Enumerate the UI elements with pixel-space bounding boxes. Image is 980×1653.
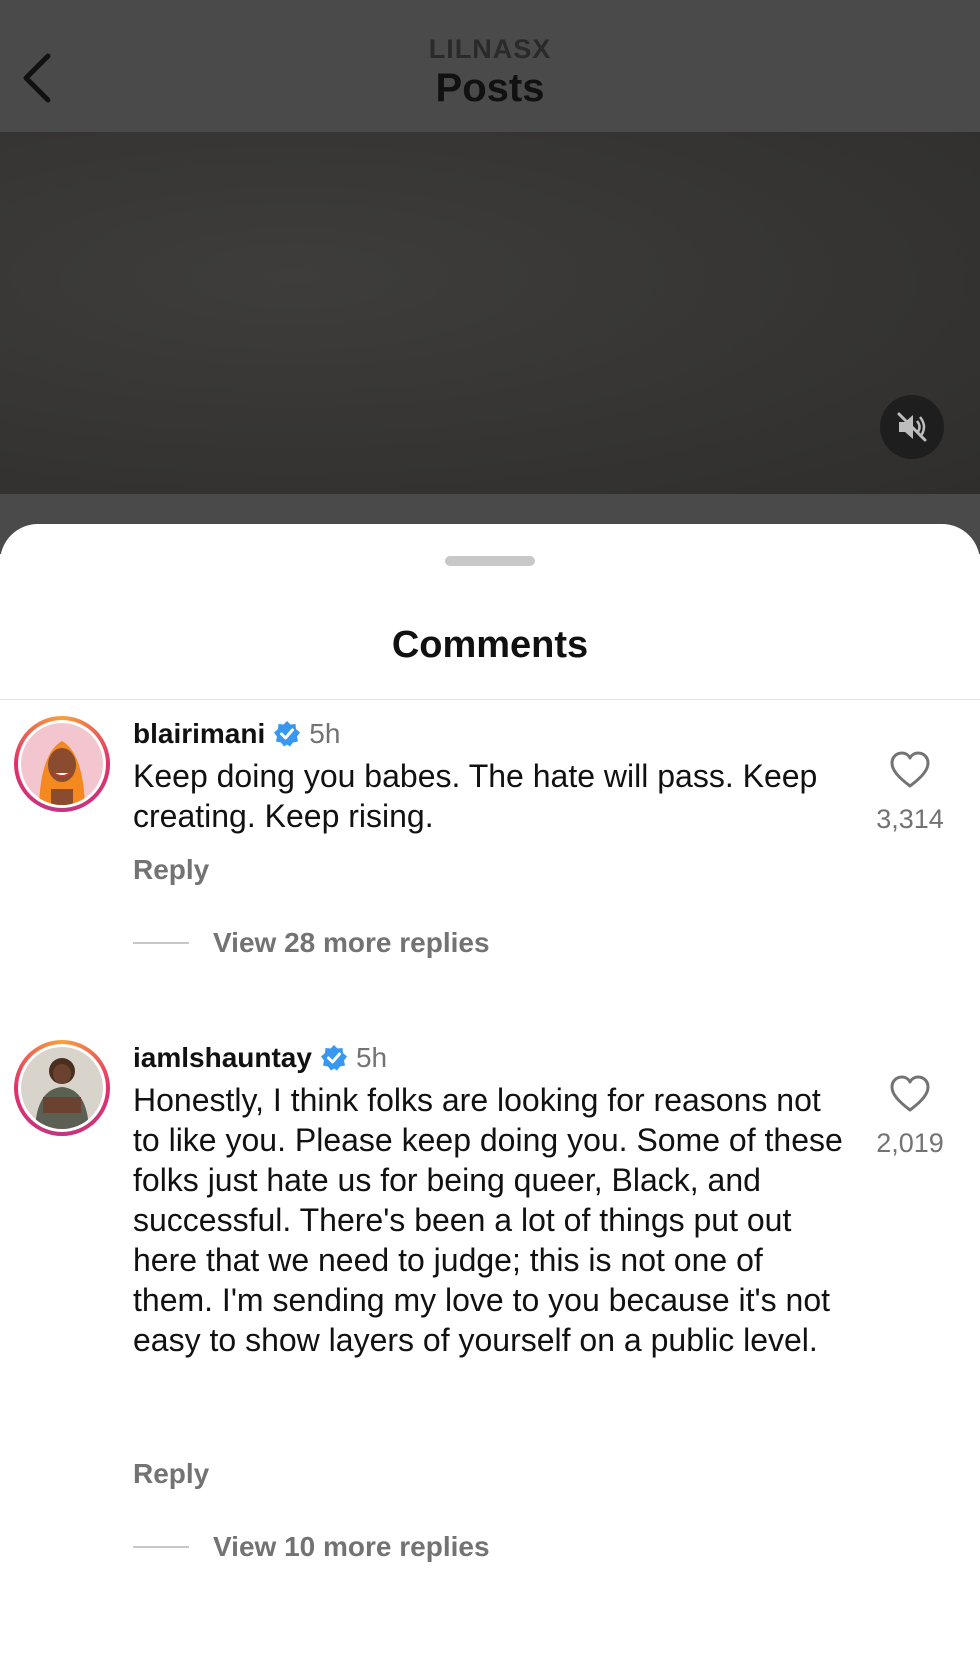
mute-button[interactable] bbox=[880, 395, 944, 459]
verified-badge-icon bbox=[274, 721, 301, 747]
divider bbox=[133, 1546, 189, 1548]
comments-sheet: Comments blairimani 5h Keep doing you ba… bbox=[0, 524, 980, 1653]
like-count: 2,019 bbox=[876, 1128, 944, 1158]
avatar-photo bbox=[21, 1047, 103, 1129]
avatar[interactable] bbox=[14, 716, 110, 812]
username[interactable]: blairimani bbox=[133, 718, 265, 750]
reply-button[interactable]: Reply bbox=[133, 1458, 209, 1490]
comment-time: 5h bbox=[355, 1042, 388, 1073]
sheet-drag-handle[interactable] bbox=[445, 556, 535, 566]
sheet-title: Comments bbox=[391, 624, 589, 666]
avatar-photo bbox=[21, 723, 103, 805]
view-replies-button[interactable]: View 10 more replies bbox=[133, 1531, 490, 1563]
comment-text: Honestly, I think folks are looking for … bbox=[133, 1082, 843, 1358]
heart-outline-icon[interactable] bbox=[888, 748, 932, 792]
speaker-muted-icon bbox=[897, 412, 927, 442]
account-name: LILNASX bbox=[428, 34, 552, 64]
divider bbox=[0, 699, 980, 700]
username[interactable]: iamlshauntay bbox=[133, 1042, 312, 1074]
top-bar: LILNASX Posts bbox=[0, 0, 980, 132]
view-replies-button[interactable]: View 28 more replies bbox=[133, 927, 490, 959]
post-media bbox=[0, 132, 980, 494]
view-replies-label: View 28 more replies bbox=[213, 927, 490, 958]
divider bbox=[133, 942, 189, 944]
page-title: Posts bbox=[435, 66, 545, 110]
avatar[interactable] bbox=[14, 1040, 110, 1136]
reply-button[interactable]: Reply bbox=[133, 854, 209, 886]
comment-time: 5h bbox=[309, 718, 341, 749]
like-count: 3,314 bbox=[876, 804, 944, 834]
view-replies-label: View 10 more replies bbox=[213, 1531, 490, 1562]
verified-badge-icon bbox=[320, 1045, 347, 1071]
comment-text: Keep doing you babes. The hate will pass… bbox=[133, 758, 818, 834]
heart-outline-icon[interactable] bbox=[888, 1072, 932, 1116]
